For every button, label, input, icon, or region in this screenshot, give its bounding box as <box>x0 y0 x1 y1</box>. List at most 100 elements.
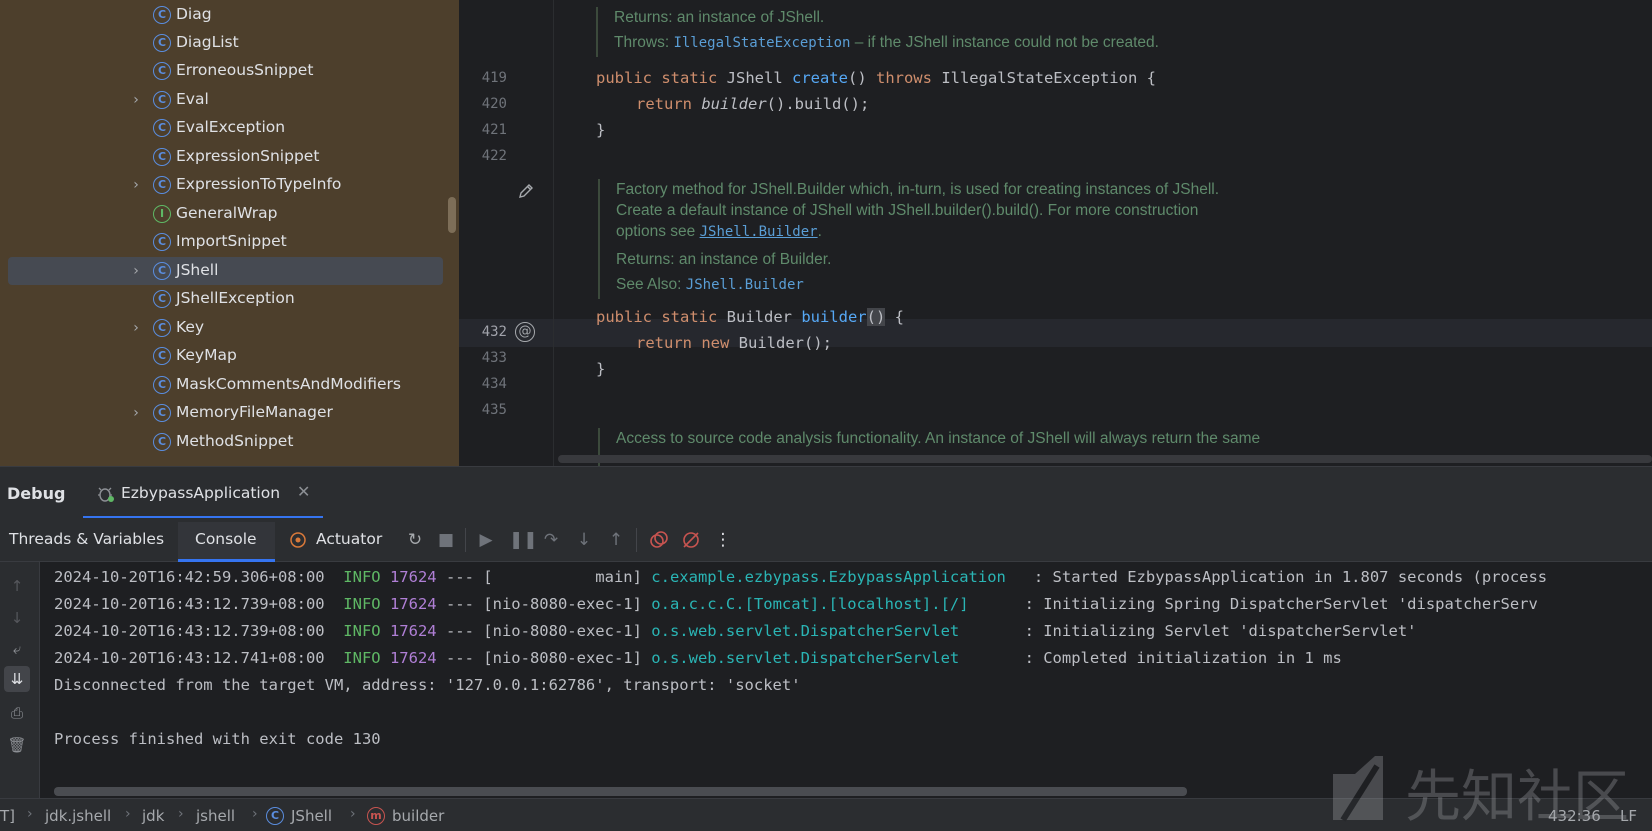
javadoc-builder: Factory method for JShell.Builder which,… <box>598 179 1219 299</box>
breadcrumb-item[interactable]: JShell <box>291 807 332 825</box>
scroll-up-icon[interactable]: ↑ <box>6 575 28 597</box>
tree-scrollbar[interactable] <box>448 197 456 233</box>
tree-item-generalwrap[interactable]: I GeneralWrap <box>8 200 443 228</box>
breadcrumb-item[interactable]: T] <box>0 807 15 825</box>
paren-highlight: () <box>866 308 886 326</box>
code-line-419[interactable]: public static JShell create() throws Ill… <box>596 69 1156 87</box>
step-over-icon[interactable]: ↷ <box>541 530 561 550</box>
code-line-421[interactable]: } <box>596 121 605 139</box>
doc-throws-link[interactable]: IllegalStateException <box>673 35 850 51</box>
tree-item-label: MaskCommentsAndModifiers <box>176 375 401 393</box>
chevron-right-icon[interactable]: › <box>128 92 144 108</box>
doc-line: Create a default instance of JShell with… <box>616 202 1199 219</box>
step-into-icon[interactable]: ↓ <box>574 530 594 550</box>
rerun-icon[interactable]: ↻ <box>405 530 425 550</box>
tree-item-erroneoussnippet[interactable]: C ErroneousSnippet <box>8 57 443 85</box>
log-message: : Initializing Spring DispatcherServlet … <box>1015 595 1538 613</box>
class-icon: C <box>153 176 171 194</box>
code-line-433[interactable]: return new Builder(); <box>636 334 832 352</box>
breadcrumb-item[interactable]: jdk <box>142 807 164 825</box>
doc-see-link[interactable]: JShell.Builder <box>686 277 804 293</box>
tree-item-label: MemoryFileManager <box>176 403 333 421</box>
scroll-down-icon[interactable]: ↓ <box>6 607 28 629</box>
tree-item-importsnippet[interactable]: C ImportSnippet <box>8 228 443 256</box>
console-log-line: 2024-10-20T16:43:12.741+08:00 INFO 17624… <box>54 649 1342 667</box>
code-line-432[interactable]: public static Builder builder() { <box>596 308 904 326</box>
tree-item-label: Diag <box>176 5 212 23</box>
doc-text: . <box>817 223 822 240</box>
step-out-icon[interactable]: ↑ <box>606 530 626 550</box>
debug-title: Debug <box>7 484 66 503</box>
log-logger[interactable]: c.example.ezbypass.EzbypassApplication <box>651 568 1024 586</box>
tree-item-evalexception[interactable]: C EvalException <box>8 114 443 142</box>
close-icon[interactable]: ✕ <box>297 482 310 501</box>
class-icon: C <box>153 148 171 166</box>
chevron-right-icon[interactable]: › <box>128 177 144 193</box>
caret-position[interactable]: 432:36 <box>1548 807 1601 825</box>
tree-item-diag[interactable]: C Diag <box>8 1 443 29</box>
log-timestamp: 2024-10-20T16:42:59.306+08:00 <box>54 568 325 586</box>
run-config-tab[interactable]: EzbypassApplication ✕ <box>83 467 323 519</box>
class-icon: C <box>153 91 171 109</box>
method-icon: m <box>367 807 385 825</box>
tree-item-label: JShellException <box>176 289 295 307</box>
breadcrumb-item[interactable]: jshell <box>196 807 235 825</box>
tree-item-label: ImportSnippet <box>176 232 287 250</box>
class-icon: C <box>153 347 171 365</box>
doc-text: options see <box>616 223 700 240</box>
tree-item-jshellexception[interactable]: C JShellException <box>8 285 443 313</box>
tree-item-eval[interactable]: › C Eval <box>8 86 443 114</box>
scroll-to-end-icon[interactable]: ⇊ <box>6 668 28 690</box>
breadcrumb-separator-icon: › <box>350 806 356 822</box>
line-separator[interactable]: LF <box>1620 807 1637 825</box>
log-logger[interactable]: o.s.web.servlet.DispatcherServlet <box>651 622 1015 640</box>
console-output[interactable]: 2024-10-20T16:42:59.306+08:00 INFO 17624… <box>40 562 1652 798</box>
log-level: INFO <box>343 649 381 667</box>
breadcrumb-item[interactable]: builder <box>392 807 444 825</box>
log-logger[interactable]: o.a.c.c.C.[Tomcat].[localhost].[/] <box>651 595 1015 613</box>
soft-wrap-icon[interactable]: ⤶ <box>6 638 28 660</box>
chevron-right-icon[interactable]: › <box>128 405 144 421</box>
resume-icon[interactable]: ▶ <box>476 530 496 550</box>
method-call: builder <box>701 95 767 113</box>
trash-icon[interactable]: 🗑 <box>6 734 28 756</box>
tab-actuator[interactable]: Actuator <box>316 530 382 548</box>
tree-item-jshell[interactable]: › C JShell <box>8 257 443 285</box>
tree-item-methodsnippet[interactable]: C MethodSnippet <box>8 428 443 456</box>
log-logger[interactable]: o.s.web.servlet.DispatcherServlet <box>651 649 1015 667</box>
debug-tool-window-header: Debug EzbypassApplication ✕ <box>0 466 1652 519</box>
more-options-icon[interactable]: ⋮ <box>713 530 733 550</box>
tab-console[interactable]: Console <box>195 530 257 548</box>
code-line-434[interactable]: } <box>596 360 605 378</box>
pause-icon[interactable]: ❚❚ <box>509 530 538 550</box>
chevron-right-icon[interactable]: › <box>128 320 144 336</box>
tree-item-keymap[interactable]: C KeyMap <box>8 342 443 370</box>
class-icon: C <box>153 404 171 422</box>
keyword: public static <box>596 69 727 87</box>
class-icon: C <box>153 34 171 52</box>
breadcrumb-item[interactable]: jdk.jshell <box>45 807 111 825</box>
tree-item-diaglist[interactable]: C DiagList <box>8 29 443 57</box>
line-number: 421 <box>481 122 507 138</box>
print-icon[interactable]: ⎙ <box>6 702 28 724</box>
code-editor[interactable]: Returns: an instance of JShell. Throws: … <box>459 0 1652 466</box>
tree-item-memoryfilemanager[interactable]: › C MemoryFileManager <box>8 399 443 427</box>
tab-threads-variables[interactable]: Threads & Variables <box>9 530 164 548</box>
editor-horizontal-scrollbar[interactable] <box>558 455 1652 463</box>
tree-item-expressionsnippet[interactable]: C ExpressionSnippet <box>8 143 443 171</box>
override-marker-icon[interactable]: @ <box>515 322 535 342</box>
tree-item-expressiontotypeinfo[interactable]: › C ExpressionToTypeInfo <box>8 171 443 199</box>
chevron-right-icon[interactable]: › <box>128 263 144 279</box>
tree-item-key[interactable]: › C Key <box>8 314 443 342</box>
code-text: ().build(); <box>766 95 870 113</box>
view-breakpoints-icon[interactable] <box>649 530 669 550</box>
console-horizontal-scrollbar[interactable] <box>54 787 1187 796</box>
pencil-icon[interactable] <box>517 182 535 200</box>
doc-link[interactable]: JShell.Builder <box>700 224 818 240</box>
tree-item-maskcommentsandmodifiers[interactable]: C MaskCommentsAndModifiers <box>8 371 443 399</box>
stop-icon[interactable]: ■ <box>436 530 456 550</box>
keyword: return <box>636 95 702 113</box>
mute-breakpoints-icon[interactable] <box>681 530 701 550</box>
tree-item-label: ExpressionSnippet <box>176 147 320 165</box>
code-line-420[interactable]: return builder().build(); <box>636 95 869 113</box>
